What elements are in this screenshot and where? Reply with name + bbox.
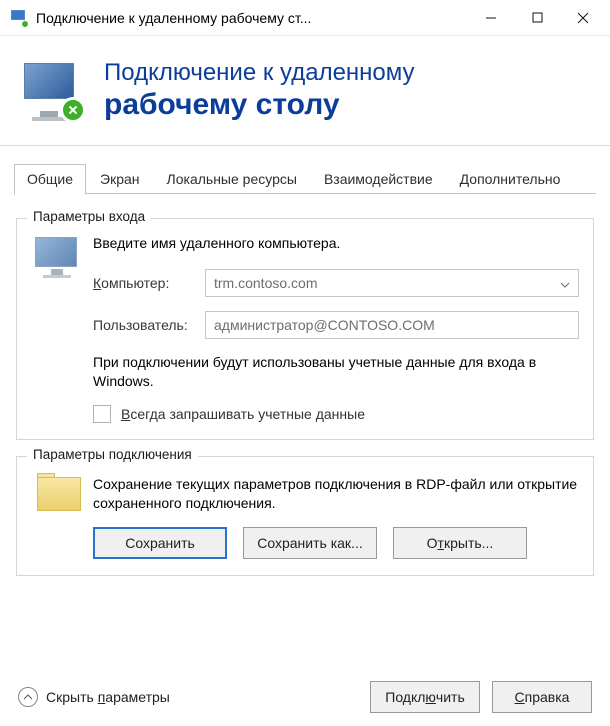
hide-options-label: Скрыть параметры	[46, 689, 170, 705]
bottom-bar: Скрыть параметры Подключить Справка	[0, 668, 610, 726]
tab-advanced[interactable]: Дополнительно	[447, 164, 574, 194]
connection-group-title: Параметры подключения	[27, 447, 198, 462]
computer-value: trm.contoso.com	[214, 275, 317, 291]
computer-icon	[31, 233, 93, 423]
save-as-button[interactable]: Сохранить как...	[243, 527, 377, 559]
tab-general[interactable]: Общие	[14, 164, 86, 195]
header-line1: Подключение к удаленному	[104, 60, 415, 86]
tab-display[interactable]: Экран	[87, 164, 153, 194]
minimize-button[interactable]	[468, 2, 514, 34]
open-button[interactable]: Открыть...	[393, 527, 527, 559]
header-text: Подключение к удаленному рабочему столу	[104, 60, 415, 121]
computer-combobox[interactable]: trm.contoso.com	[205, 269, 579, 297]
folder-icon	[31, 471, 93, 559]
chevron-down-icon	[560, 275, 570, 291]
close-button[interactable]	[560, 2, 606, 34]
hide-options-toggle[interactable]: Скрыть параметры	[18, 687, 170, 707]
user-textbox[interactable]: администратор@CONTOSO.COM	[205, 311, 579, 339]
connection-description: Сохранение текущих параметров подключени…	[93, 475, 579, 513]
credentials-hint: При подключении будут использованы учетн…	[93, 353, 579, 391]
computer-label: Компьютер:	[93, 275, 205, 291]
help-button[interactable]: Справка	[492, 681, 592, 713]
always-ask-credentials-checkbox[interactable]	[93, 405, 111, 423]
dialog-header: Подключение к удаленному рабочему столу	[0, 36, 610, 146]
window-title: Подключение к удаленному рабочему ст...	[36, 10, 468, 26]
user-label: Пользователь:	[93, 317, 205, 333]
chevron-up-icon	[18, 687, 38, 707]
header-line2: рабочему столу	[104, 88, 415, 121]
always-ask-credentials-label: Всегда запрашивать учетные данные	[121, 406, 365, 422]
maximize-button[interactable]	[514, 2, 560, 34]
tab-experience[interactable]: Взаимодействие	[311, 164, 446, 194]
save-button[interactable]: Сохранить	[93, 527, 227, 559]
tabstrip: Общие Экран Локальные ресурсы Взаимодейс…	[0, 146, 610, 194]
user-value: администратор@CONTOSO.COM	[214, 317, 435, 333]
login-settings-group: Параметры входа Введите имя удаленного к…	[16, 218, 594, 440]
rdc-header-icon	[18, 55, 90, 127]
titlebar: Подключение к удаленному рабочему ст...	[0, 0, 610, 36]
login-instruction: Введите имя удаленного компьютера.	[93, 235, 579, 251]
tab-local-resources[interactable]: Локальные ресурсы	[154, 164, 310, 194]
tab-content: Параметры входа Введите имя удаленного к…	[0, 194, 610, 576]
connect-button[interactable]: Подключить	[370, 681, 480, 713]
rdc-title-icon	[10, 9, 28, 27]
login-group-title: Параметры входа	[27, 209, 151, 224]
connection-settings-group: Параметры подключения Сохранение текущих…	[16, 456, 594, 576]
